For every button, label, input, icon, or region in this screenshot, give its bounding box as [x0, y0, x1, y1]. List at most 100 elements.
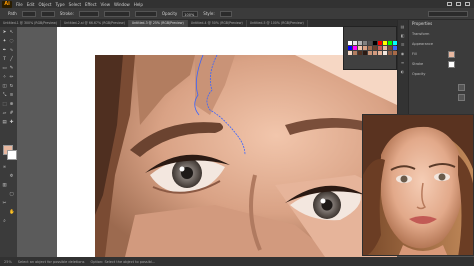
- color-swatch[interactable]: [363, 46, 367, 50]
- canvas-workspace[interactable]: [17, 27, 397, 257]
- zoom-icon[interactable]: ⌕: [2, 219, 7, 224]
- zoom-level[interactable]: 25%: [4, 260, 12, 264]
- fill-dropdown[interactable]: [21, 10, 36, 17]
- mesh-icon[interactable]: #: [9, 111, 14, 116]
- color-swatch[interactable]: [373, 46, 377, 50]
- paintbrush-icon[interactable]: ✎: [9, 66, 14, 71]
- eraser-icon[interactable]: ◫: [2, 84, 7, 89]
- layers-icon[interactable]: ◧: [400, 33, 405, 38]
- swatches-popup: [343, 26, 397, 70]
- menu-edit[interactable]: Edit: [27, 2, 35, 7]
- tab-document-5[interactable]: Untitled-5 @ 100% (RGB/Preview): [247, 20, 308, 27]
- eyedropper-icon[interactable]: ✚: [9, 120, 14, 125]
- control-label-opacity: Opacity: [161, 11, 178, 16]
- color-swatch[interactable]: [348, 51, 352, 55]
- line-icon[interactable]: ╱: [9, 57, 14, 62]
- perspective-icon[interactable]: ▱: [2, 111, 7, 116]
- menu-file[interactable]: File: [16, 2, 23, 7]
- style-dropdown[interactable]: [219, 10, 232, 17]
- color-swatch[interactable]: [353, 51, 357, 55]
- rotate-icon[interactable]: ↻: [9, 84, 14, 89]
- panel-row-transform: Transform: [412, 32, 430, 36]
- tab-document-1[interactable]: Untitled-1 @ 300% (RGB/Preview): [0, 20, 61, 27]
- width-icon[interactable]: ≋: [9, 93, 14, 98]
- opacity-field[interactable]: 100%: [182, 10, 199, 17]
- color-swatch[interactable]: [348, 46, 352, 50]
- color-swatch[interactable]: [378, 51, 382, 55]
- curvature-icon[interactable]: ∿: [9, 48, 14, 53]
- color-swatch[interactable]: [368, 41, 372, 45]
- artboard-icon[interactable]: ▢: [9, 192, 14, 197]
- tab-document-2[interactable]: Untitled-2.ai @ 66.67% (RGB/Preview): [61, 20, 129, 27]
- column-graph-icon[interactable]: ▥: [2, 183, 7, 188]
- maximize-button[interactable]: [456, 2, 461, 6]
- slice-icon[interactable]: ✂: [2, 201, 7, 206]
- color-swatch[interactable]: [348, 41, 352, 45]
- color-swatch[interactable]: [378, 41, 382, 45]
- selection-icon[interactable]: ➤: [2, 30, 7, 35]
- stroke-dropdown[interactable]: [40, 10, 55, 17]
- menu-object[interactable]: Object: [38, 2, 51, 7]
- free-transform-icon[interactable]: ⬚: [2, 102, 7, 107]
- hand-icon[interactable]: ✋: [9, 210, 15, 215]
- menu-effect[interactable]: Effect: [85, 2, 97, 7]
- color-swatch[interactable]: [353, 41, 357, 45]
- libraries-icon[interactable]: ☰: [400, 42, 405, 47]
- shaper-icon[interactable]: ✧: [2, 75, 7, 80]
- magic-wand-icon[interactable]: ✦: [2, 39, 7, 44]
- color-swatch[interactable]: [358, 51, 362, 55]
- rectangle-icon[interactable]: ▭: [2, 66, 7, 71]
- type-icon[interactable]: T: [2, 57, 7, 62]
- direct-selection-icon[interactable]: ↖: [9, 30, 14, 35]
- close-button[interactable]: [465, 2, 470, 6]
- stroke-swatch[interactable]: [7, 150, 17, 160]
- color-swatch[interactable]: [368, 51, 372, 55]
- color-swatch[interactable]: [353, 46, 357, 50]
- panel-stroke-swatch[interactable]: [448, 61, 455, 68]
- color-swatch[interactable]: [388, 41, 392, 45]
- color-icon[interactable]: ◉: [400, 51, 405, 56]
- color-swatch[interactable]: [358, 41, 362, 45]
- symbol-sprayer-icon[interactable]: ✲: [9, 174, 14, 179]
- stroke-weight-field[interactable]: [78, 10, 99, 17]
- menu-window[interactable]: Window: [114, 2, 130, 7]
- brush-definition[interactable]: [134, 10, 157, 17]
- panel-option-1[interactable]: [458, 84, 465, 91]
- color-swatch[interactable]: [383, 46, 387, 50]
- color-swatch[interactable]: [388, 46, 392, 50]
- color-swatch[interactable]: [363, 51, 367, 55]
- tab-document-4[interactable]: Untitled-4 @ 50% (RGB/Preview): [188, 20, 247, 27]
- color-swatch[interactable]: [388, 51, 392, 55]
- color-swatch[interactable]: [383, 41, 387, 45]
- tab-document-3[interactable]: Untitled-3 @ 25% (RGB/Preview): [128, 20, 188, 27]
- pen-icon[interactable]: ✒: [2, 48, 7, 53]
- shape-builder-icon[interactable]: ⊕: [9, 102, 14, 107]
- scale-icon[interactable]: ⤡: [2, 93, 7, 98]
- control-bar: Path Stroke: Opacity 100% Style:: [0, 8, 474, 20]
- pencil-icon[interactable]: ✏: [9, 75, 14, 80]
- gradient-icon[interactable]: ◐: [400, 69, 405, 74]
- menu-type[interactable]: Type: [55, 2, 64, 7]
- lasso-icon[interactable]: ◌: [9, 39, 14, 44]
- blend-icon[interactable]: ∞: [2, 165, 7, 170]
- panel-option-2[interactable]: [458, 94, 465, 101]
- color-swatch[interactable]: [373, 41, 377, 45]
- color-swatch[interactable]: [368, 46, 372, 50]
- search-field[interactable]: [428, 10, 468, 17]
- variable-width-profile[interactable]: [103, 10, 130, 17]
- color-swatch[interactable]: [363, 41, 367, 45]
- color-swatch[interactable]: [378, 46, 382, 50]
- color-swatch[interactable]: [358, 46, 362, 50]
- menu-help[interactable]: Help: [134, 2, 143, 7]
- properties-icon[interactable]: ▤: [400, 24, 405, 29]
- panel-row-opacity: Opacity: [412, 72, 426, 76]
- minimize-button[interactable]: [447, 2, 452, 6]
- panel-fill-swatch[interactable]: [448, 51, 455, 58]
- vectorized-portrait[interactable]: [95, 55, 397, 257]
- gradient-icon[interactable]: ▤: [2, 120, 7, 125]
- stroke-icon[interactable]: ≡: [400, 60, 405, 65]
- color-swatch[interactable]: [373, 51, 377, 55]
- menu-view[interactable]: View: [101, 2, 111, 7]
- menu-select[interactable]: Select: [69, 2, 81, 7]
- color-swatch[interactable]: [383, 51, 387, 55]
